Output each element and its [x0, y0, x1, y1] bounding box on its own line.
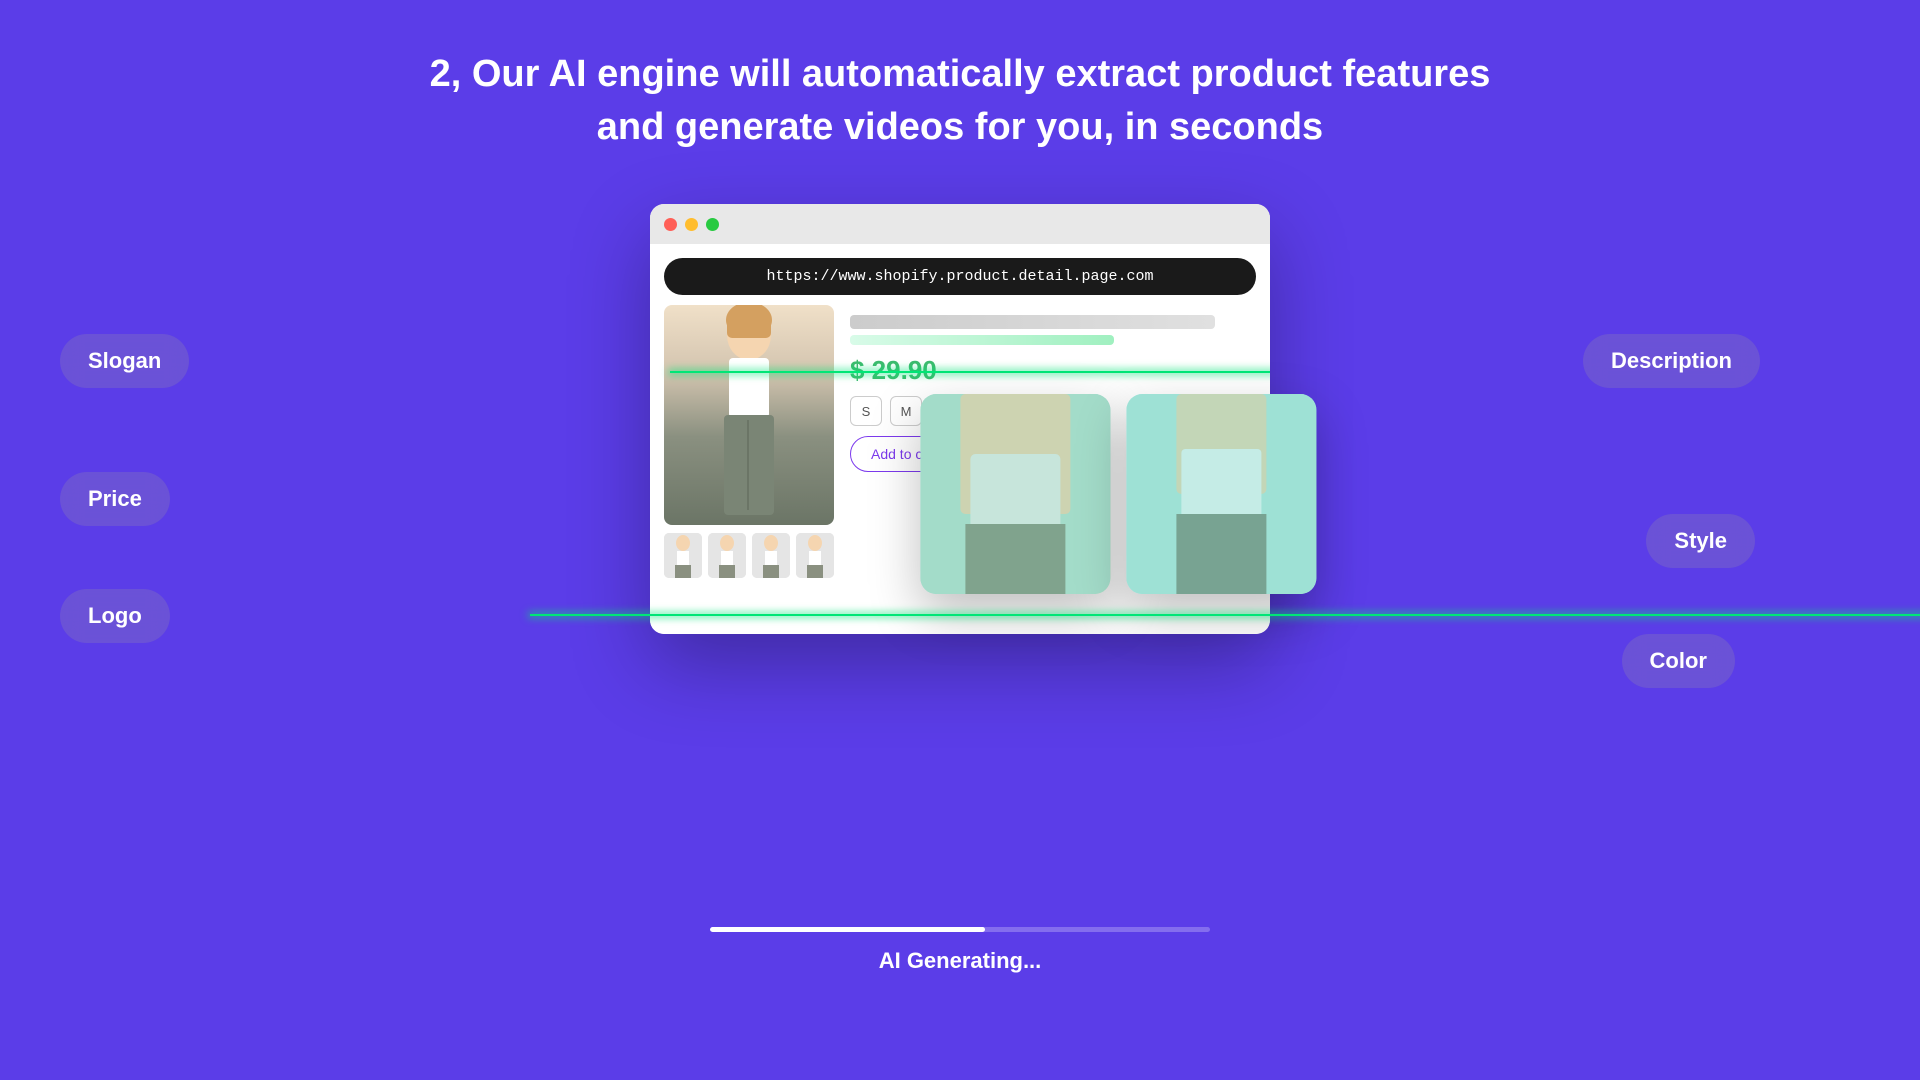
price-pill: Price	[60, 472, 170, 526]
slogan-pill: Slogan	[60, 334, 189, 388]
color-pill: Color	[1622, 634, 1735, 688]
product-images-col	[664, 305, 834, 620]
description-pill: Description	[1583, 334, 1760, 388]
logo-pill: Logo	[60, 589, 170, 643]
thumb-2	[708, 533, 746, 578]
style-pill: Style	[1646, 514, 1755, 568]
thumb-1	[664, 533, 702, 578]
floating-photo-2	[1126, 394, 1316, 594]
progress-bar-track	[710, 927, 1210, 932]
product-price: $ 29.90	[850, 355, 1256, 386]
thumb-3	[752, 533, 790, 578]
product-title-bar	[850, 315, 1215, 329]
size-s[interactable]: S	[850, 396, 882, 426]
progress-bar-fill	[710, 927, 985, 932]
url-bar: https://www.shopify.product.detail.page.…	[664, 258, 1256, 295]
green-scan-line-browser	[670, 371, 1270, 373]
size-m[interactable]: M	[890, 396, 922, 426]
product-main-image	[664, 305, 834, 525]
floating-photo-1	[920, 394, 1110, 594]
dot-red	[664, 218, 677, 231]
floating-photos	[920, 394, 1316, 594]
thumb-4	[796, 533, 834, 578]
browser-titlebar	[650, 204, 1270, 244]
main-area: Slogan Price Logo Description Style Colo…	[0, 174, 1920, 1054]
green-scan-line-floating	[530, 614, 1920, 616]
dot-green	[706, 218, 719, 231]
product-thumbnails	[664, 533, 834, 578]
dot-yellow	[685, 218, 698, 231]
headline: 2, Our AI engine will automatically extr…	[0, 0, 1920, 154]
progress-label: AI Generating...	[710, 948, 1210, 974]
product-subtitle-bar	[850, 335, 1114, 345]
headline-line2: and generate videos for you, in seconds	[0, 101, 1920, 154]
headline-line1: 2, Our AI engine will automatically extr…	[0, 48, 1920, 101]
progress-section: AI Generating...	[710, 927, 1210, 974]
